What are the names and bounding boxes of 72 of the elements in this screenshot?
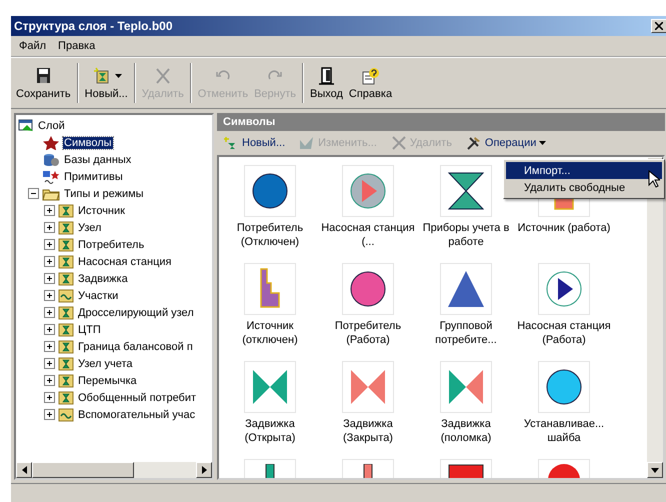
folder-icon (42, 186, 60, 200)
menu-item[interactable]: Импорт... (506, 162, 662, 179)
tree-item[interactable]: Насосная станция (77, 256, 173, 268)
expand-box[interactable] (44, 205, 55, 216)
database-icon (42, 152, 60, 166)
expand-box[interactable] (44, 307, 55, 318)
symbol-label: Источник (отключен) (241, 319, 299, 347)
right-arrow-icon (202, 466, 206, 474)
tree-item[interactable]: Дросселирующий узел (77, 306, 195, 318)
tree-item[interactable]: Обобщенный потребит (77, 392, 198, 404)
tree-item[interactable]: Задвижка (77, 272, 129, 284)
left-arrow-icon (22, 466, 26, 474)
menu-item[interactable]: Удалить свободные (506, 179, 662, 196)
symbol-label: Групповой потребите... (434, 319, 498, 347)
symbol-label: Потребитель (Работа) (334, 319, 402, 347)
expand-box[interactable] (44, 290, 55, 301)
down-arrow-icon (651, 468, 659, 472)
horizontal-scrollbar[interactable] (16, 462, 212, 478)
expand-box[interactable] (44, 256, 55, 267)
menu-item[interactable]: Правка (52, 40, 102, 52)
expand-box[interactable] (44, 375, 55, 386)
toolbar-button[interactable]: Выход (306, 60, 346, 106)
symbol-label: Устанавливае... шайба (522, 417, 606, 445)
panel-title: Символы (223, 116, 276, 128)
layer-icon (18, 118, 34, 132)
cross-icon (390, 136, 407, 150)
symbol-label: Задвижка (поломка) (440, 417, 492, 445)
tree-item[interactable]: Узел учета (77, 358, 134, 370)
expand-box[interactable] (44, 273, 55, 284)
expand-box[interactable] (44, 409, 55, 420)
toolbar-button[interactable]: Новый... (82, 60, 131, 106)
collapse-box[interactable] (28, 188, 39, 199)
tree-item[interactable]: Узел (77, 222, 102, 234)
expand-box[interactable] (44, 239, 55, 250)
caret-icon (114, 74, 122, 78)
symbol-label: Насосная станция (Работа) (516, 319, 612, 347)
tools-icon (466, 136, 482, 150)
star-icon (42, 136, 60, 150)
toolbar-button[interactable]: Справка (346, 60, 396, 106)
expand-box[interactable] (44, 222, 55, 233)
tree-item[interactable]: Потребитель (77, 238, 146, 250)
tree-item[interactable]: ЦТП (77, 324, 102, 336)
expand-box[interactable] (44, 324, 55, 335)
tree-item[interactable]: Граница балансовой п (77, 340, 194, 352)
close-button[interactable] (651, 19, 666, 33)
window-title: Структура слоя - Teplo.b00 (14, 19, 174, 33)
toolbar-button[interactable]: Сохранить (13, 60, 74, 106)
tree-item[interactable]: Вспомогательный учас (77, 408, 196, 420)
action-button[interactable]: Новый... (219, 136, 290, 150)
tree-item[interactable]: Слой (37, 120, 66, 132)
tree-item[interactable]: Источник (77, 204, 126, 216)
close-icon (655, 22, 663, 30)
tree-item[interactable]: Участки (77, 290, 120, 302)
tree-item[interactable]: Символы (63, 136, 113, 148)
tree-item[interactable]: Примитивы (63, 170, 124, 182)
tree-item[interactable]: Базы данных (63, 154, 132, 166)
menu-item[interactable]: Файл (13, 40, 52, 52)
symbol-label: Задвижка (Закрыта) (342, 417, 394, 445)
symbol-label: Приборы учета в работе (422, 221, 510, 249)
shapes-icon (42, 170, 60, 184)
symbol-label: Источник (работа) (516, 221, 612, 235)
expand-box[interactable] (44, 358, 55, 369)
tree-item[interactable]: Перемычка (77, 374, 138, 386)
symbol-label: Потребитель (Отключен) (236, 221, 304, 249)
symbol-label: Задвижка (Открыта) (244, 417, 296, 445)
symbol-label: Насосная станция (... (320, 221, 416, 249)
tree-item[interactable]: Типы и режимы (63, 188, 145, 200)
action-button[interactable]: Операции (462, 136, 550, 150)
expand-box[interactable] (44, 392, 55, 403)
caret-icon (539, 141, 546, 145)
mouse-cursor-icon (648, 170, 660, 188)
expand-box[interactable] (44, 341, 55, 352)
